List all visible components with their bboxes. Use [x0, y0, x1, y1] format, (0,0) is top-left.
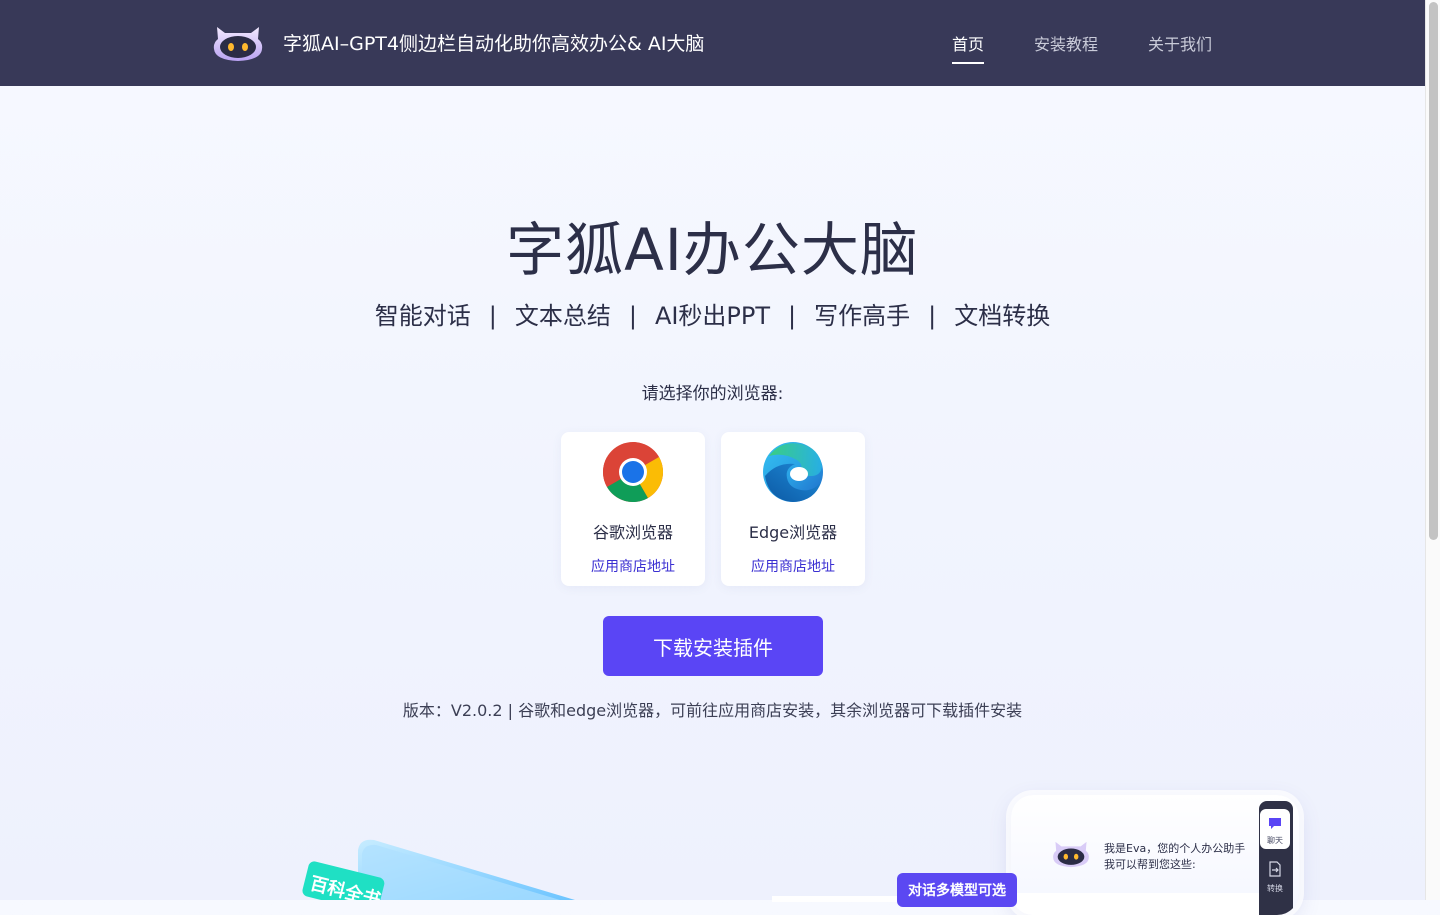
encyclopedia-illustration: 百科全书 — [302, 839, 575, 900]
hero-title: 字狐AI办公大脑 — [506, 216, 919, 284]
feature-separator: | — [928, 302, 937, 330]
preview-content-area — [1011, 893, 1259, 915]
multi-model-badge: 对话多模型可选 — [897, 873, 1017, 907]
feature-separator: | — [488, 302, 497, 330]
nav-about[interactable]: 关于我们 — [1148, 31, 1212, 55]
site-title[interactable]: 字狐AI–GPT4侧边栏自动化助你高效办公& AI大脑 — [283, 29, 704, 56]
chat-icon — [1269, 818, 1281, 829]
browser-card-edge[interactable]: Edge浏览器 应用商店地址 — [721, 432, 865, 586]
chrome-store-link[interactable]: 应用商店地址 — [561, 556, 705, 576]
assistant-greeting-line: 我是Eva，您的个人办公助手 — [1104, 842, 1246, 855]
decorative-strip — [772, 896, 902, 902]
feature-item: 写作高手 — [814, 302, 911, 330]
rail-chat-tab[interactable]: 聊天 — [1260, 809, 1290, 849]
version-note: 版本：V2.0.2 | 谷歌和edge浏览器，可前往应用商店安装，其余浏览器可下… — [402, 701, 1023, 720]
nav-home[interactable]: 首页 — [952, 31, 985, 64]
feature-item: 文本总结 — [514, 302, 611, 330]
scrollbar-thumb[interactable] — [1429, 2, 1438, 540]
chrome-icon — [603, 442, 663, 502]
feature-item: AI秒出PPT — [654, 302, 771, 330]
feature-list: 智能对话 | 文本总结 | AI秒出PPT | 写作高手 | 文档转换 — [0, 296, 1425, 331]
document-convert-icon — [1269, 861, 1281, 877]
assistant-preview-panel: 我是Eva，您的个人办公助手 我可以帮到您这些: 聊天 转换 — [1011, 795, 1299, 915]
assistant-side-rail: 聊天 转换 — [1259, 801, 1293, 915]
feature-item: 文档转换 — [954, 302, 1051, 330]
top-navigation-bar: 字狐AI–GPT4侧边栏自动化助你高效办公& AI大脑 首页 安装教程 关于我们 — [0, 0, 1425, 86]
rail-convert-tab[interactable]: 转换 — [1260, 853, 1290, 897]
browser-name: 谷歌浏览器 — [592, 523, 673, 542]
edge-icon — [763, 442, 823, 502]
browser-name: Edge浏览器 — [748, 523, 838, 542]
rail-convert-label: 转换 — [1267, 884, 1283, 893]
nav-install-guide[interactable]: 安装教程 — [1034, 31, 1098, 55]
rail-chat-label: 聊天 — [1267, 836, 1283, 845]
choose-browser-label: 请选择你的浏览器: — [641, 384, 784, 404]
page: 字狐AI–GPT4侧边栏自动化助你高效办公& AI大脑 首页 安装教程 关于我们… — [0, 0, 1425, 915]
feature-separator: | — [628, 302, 637, 330]
assistant-avatar-icon — [1053, 841, 1089, 868]
assistant-greeting: 我是Eva，您的个人办公助手 我可以帮到您这些: — [1104, 841, 1245, 873]
browser-card-chrome[interactable]: 谷歌浏览器 应用商店地址 — [561, 432, 705, 586]
feature-item: 智能对话 — [374, 302, 471, 330]
feature-separator: | — [788, 302, 797, 330]
download-plugin-button[interactable]: 下载安装插件 — [603, 616, 823, 676]
assistant-greeting-line: 我可以帮到您这些: — [1104, 858, 1196, 871]
edge-store-link[interactable]: 应用商店地址 — [721, 556, 865, 576]
fox-robot-logo-icon[interactable] — [211, 19, 265, 65]
